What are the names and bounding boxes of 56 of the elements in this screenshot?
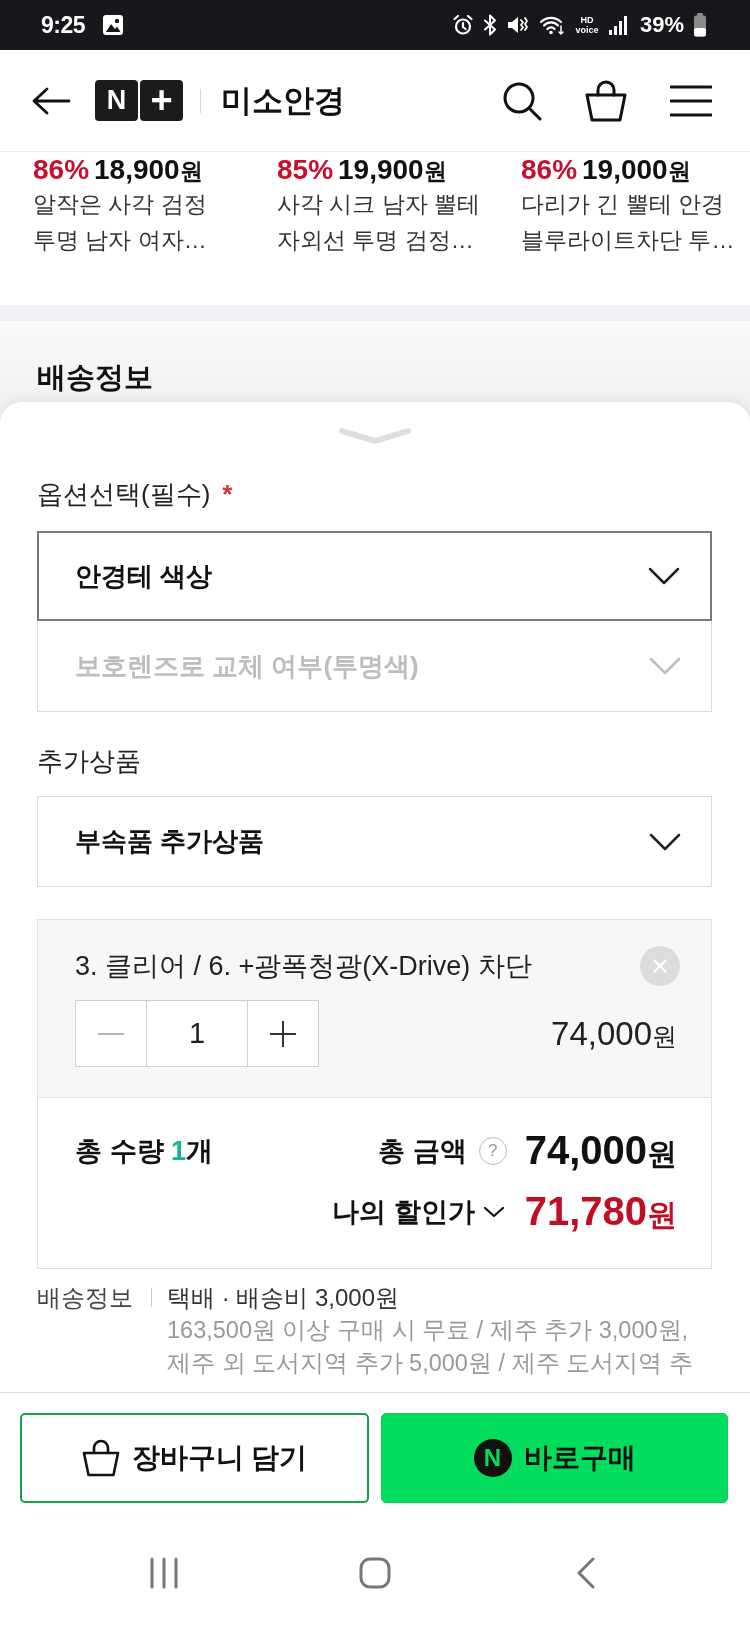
shipping-fee: 택배 · 배송비 3,000원 — [167, 1283, 401, 1313]
discount-rate: 86% — [521, 154, 578, 186]
product-price: 19,900원 — [338, 154, 447, 187]
logo-tile: N — [95, 80, 138, 121]
battery-percentage: 39% — [639, 12, 684, 38]
product-name[interactable]: 다리가 긴 뿔테 안경 블루라이트차단 투… — [521, 186, 739, 258]
dropdown-select[interactable]: 안경테 색상 — [37, 531, 712, 621]
shopping-bag-icon[interactable] — [584, 79, 628, 122]
field-label: 추가상품 — [37, 745, 142, 778]
collapse-handle-icon[interactable] — [337, 426, 412, 445]
discount-rate: 85% — [277, 154, 334, 186]
section-heading: 배송정보 — [37, 361, 154, 393]
shipping-label: 배송정보 — [37, 1283, 134, 1313]
buy-now-button[interactable]: N 바로구매 — [381, 1413, 728, 1503]
total-amount: 74,000원 — [524, 1127, 677, 1174]
product-name[interactable]: 알작은 사각 검정 투명 남자 여자… — [33, 186, 251, 258]
option-price: 74,000원 — [551, 1014, 677, 1053]
plus-icon — [270, 1020, 296, 1047]
option-name: 3. 클리어 / 6. +광폭청광(X-Drive) 차단 — [75, 950, 532, 983]
product-price: 19,000원 — [582, 154, 691, 187]
total-quantity: 총 수량 1개 — [75, 1135, 214, 1168]
product-name[interactable]: 사각 시크 남자 뿔테 자외선 투명 검정… — [277, 186, 495, 258]
field-label: 옵션선택(필수) — [37, 478, 211, 511]
dropdown-select[interactable]: 부속품 추가상품 — [37, 796, 712, 887]
signal-icon — [608, 15, 627, 35]
n-badge: N — [473, 1439, 512, 1477]
discount-rate: 86% — [33, 154, 90, 186]
minus-icon — [98, 1032, 124, 1035]
store-name[interactable]: 미소안경 — [221, 79, 345, 122]
chevron-down-icon — [649, 832, 681, 851]
recent-apps-icon[interactable] — [148, 1557, 179, 1589]
discount-price: 71,780원 — [524, 1188, 677, 1235]
battery-icon — [693, 13, 707, 37]
logo-tile: + — [140, 80, 183, 121]
home-icon[interactable] — [359, 1557, 391, 1589]
image-icon — [102, 14, 125, 36]
menu-icon[interactable] — [670, 84, 712, 117]
chevron-down-icon — [482, 1206, 505, 1218]
bluetooth-icon — [482, 14, 497, 36]
discount-toggle[interactable]: 나의 할인가 — [332, 1194, 505, 1230]
chevron-down-icon — [648, 567, 680, 585]
search-icon[interactable] — [502, 80, 542, 121]
alarm-clock-icon — [451, 14, 474, 36]
product-price: 18,900원 — [94, 154, 203, 187]
mute-icon — [505, 14, 530, 36]
hd-voice-label: HD voice — [574, 15, 600, 35]
wifi-icon — [538, 14, 565, 36]
back-arrow-icon[interactable] — [31, 85, 71, 116]
shipping-note: 163,500원 이상 구매 시 무료 / 제주 추가 3,000원, 제주 외 도서지역 추가 5,000원 / 제주 도서지역 추 — [167, 1316, 694, 1378]
shopping-bag-icon — [81, 1439, 120, 1477]
chevron-down-icon — [649, 657, 681, 675]
required-mark: * — [222, 478, 233, 511]
clock-time: 9:25 — [41, 11, 86, 39]
total-amount-label: 총 금액 — [378, 1135, 467, 1168]
back-icon[interactable] — [576, 1557, 597, 1589]
add-to-cart-button[interactable]: 장바구니 담기 — [20, 1413, 369, 1503]
